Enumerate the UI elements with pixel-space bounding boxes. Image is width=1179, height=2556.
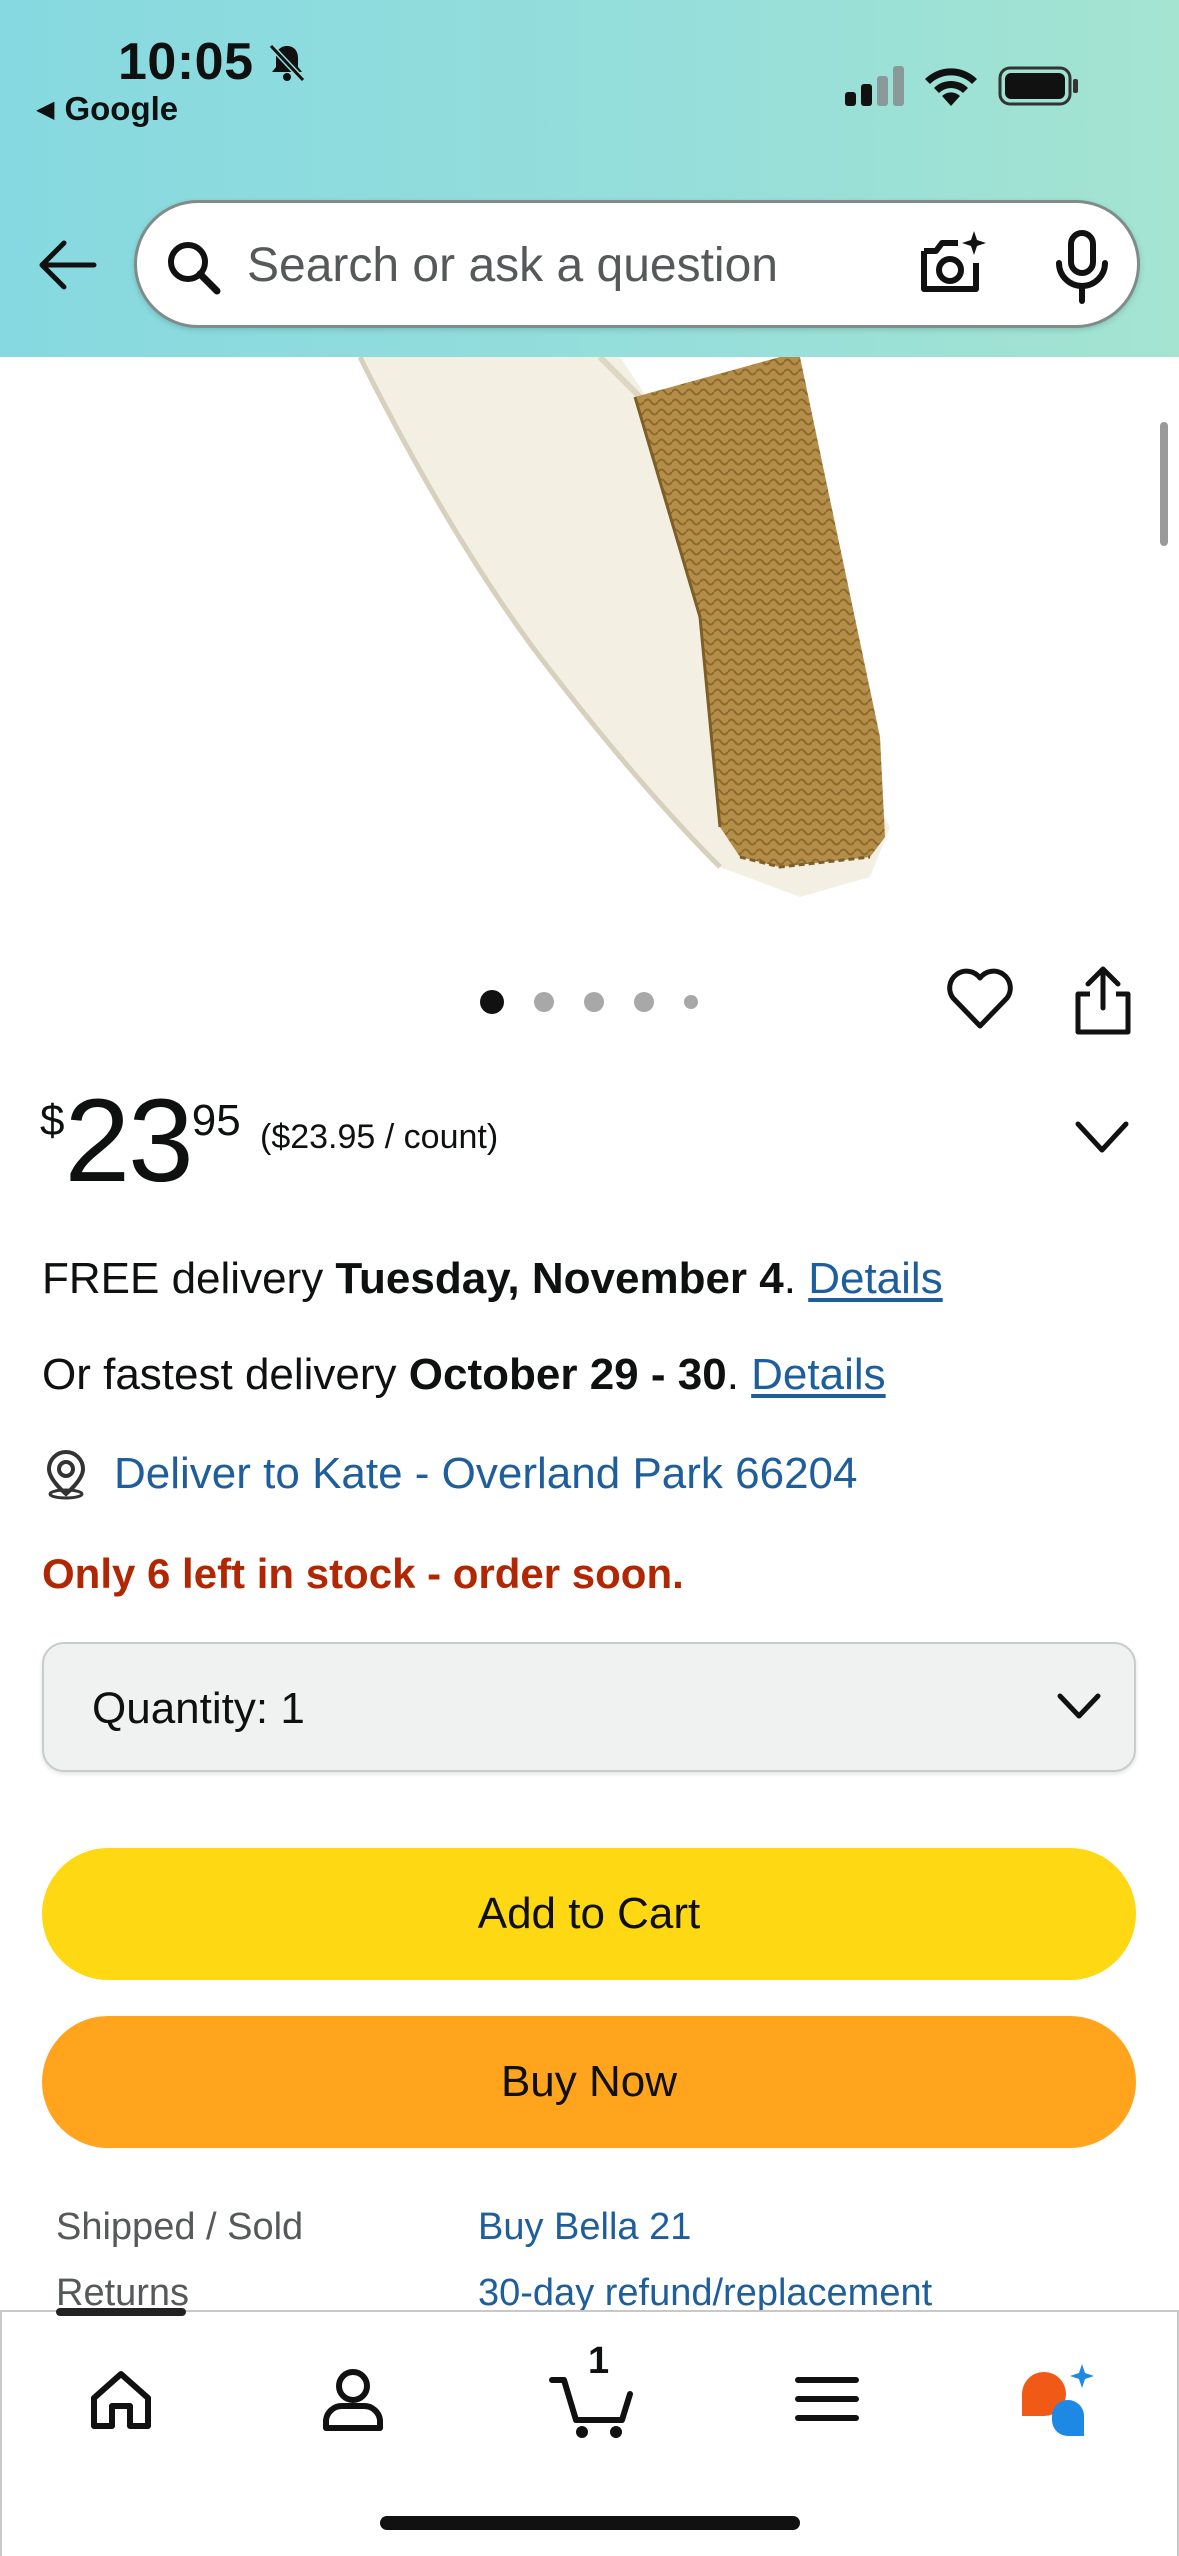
price-fraction: 95 [191,1096,241,1145]
stock-warning: Only 6 left in stock - order soon. [42,1550,684,1597]
quantity-text: Quantity: 1 [92,1684,305,1734]
microphone-icon[interactable] [1047,229,1117,305]
fastest-delivery-line: Or fastest delivery October 29 - 30. Det… [42,1350,886,1400]
add-to-cart-button[interactable]: Add to Cart [42,1848,1136,1980]
free-delivery-date: Tuesday, November 4 [335,1254,784,1303]
rufus-icon[interactable] [1012,2354,1102,2444]
shipped-sold-label: Shipped / Sold [56,2206,304,2248]
carousel-dot[interactable] [684,995,698,1009]
carousel-dot[interactable] [480,990,504,1014]
unit-price: ($23.95 / count) [260,1118,499,1156]
product-image[interactable] [0,357,1179,917]
carousel-dot[interactable] [584,992,604,1012]
home-icon[interactable] [76,2354,166,2444]
search-input[interactable] [247,227,947,303]
quantity-dropdown[interactable]: Quantity: 1 [42,1642,1136,1772]
back-app-label: Google [64,90,179,127]
search-bar[interactable] [134,200,1140,328]
heart-icon[interactable] [945,966,1015,1032]
back-to-app-link[interactable]: ◀ Google [36,90,178,128]
active-tab-indicator [56,2308,186,2316]
search-icon [168,242,221,295]
carousel-dots [480,990,698,1014]
seller-link[interactable]: Buy Bella 21 [478,2206,691,2249]
deliver-to-label: Deliver to Kate - Overland Park 66204 [114,1449,858,1498]
price: $ 23 95 [40,1082,241,1200]
camera-search-icon[interactable] [912,225,992,305]
buy-now-button[interactable]: Buy Now [42,2016,1136,2148]
chevron-down-icon [1057,1693,1101,1719]
price-currency: $ [40,1096,65,1145]
battery-icon [998,66,1078,106]
product-page: 10:05 ◀ Google Search or ask a question … [0,0,1179,2556]
carousel-dot[interactable] [634,992,654,1012]
free-delivery-line: FREE delivery Tuesday, November 4. Detai… [42,1254,943,1304]
free-delivery-prefix: FREE delivery [42,1254,336,1303]
status-time: 10:05 [118,33,254,91]
deliver-to-link[interactable]: Deliver to Kate - Overland Park 66204 [42,1448,858,1500]
quantity-label: Quantity: [92,1684,269,1733]
bell-off-icon [268,43,306,83]
header: 10:05 ◀ Google [0,0,1179,357]
home-indicator [380,2516,800,2530]
fastest-delivery-suffix: . [726,1350,752,1399]
back-arrow-icon[interactable] [34,232,100,298]
free-delivery-suffix: . [783,1254,809,1303]
wifi-icon [925,68,977,106]
menu-icon[interactable] [782,2354,872,2444]
location-pin-icon [46,1449,86,1500]
account-icon[interactable] [308,2354,398,2444]
cellular-signal-icon [845,66,904,106]
scroll-indicator [1160,422,1168,546]
cart-count-badge: 1 [588,2340,610,2382]
fastest-delivery-prefix: Or fastest delivery [42,1350,409,1399]
returns-policy-link[interactable]: 30-day refund/replacement [478,2272,932,2315]
free-delivery-details-link[interactable]: Details [808,1254,943,1303]
fastest-delivery-details-link[interactable]: Details [751,1350,886,1399]
back-triangle-icon: ◀ [36,95,55,123]
price-whole: 23 [64,1075,193,1207]
share-icon[interactable] [1070,964,1136,1036]
quantity-value: 1 [280,1684,305,1733]
fastest-delivery-date: October 29 - 30 [408,1350,727,1399]
carousel-dot[interactable] [534,992,554,1012]
chevron-down-icon[interactable] [1070,1112,1134,1162]
